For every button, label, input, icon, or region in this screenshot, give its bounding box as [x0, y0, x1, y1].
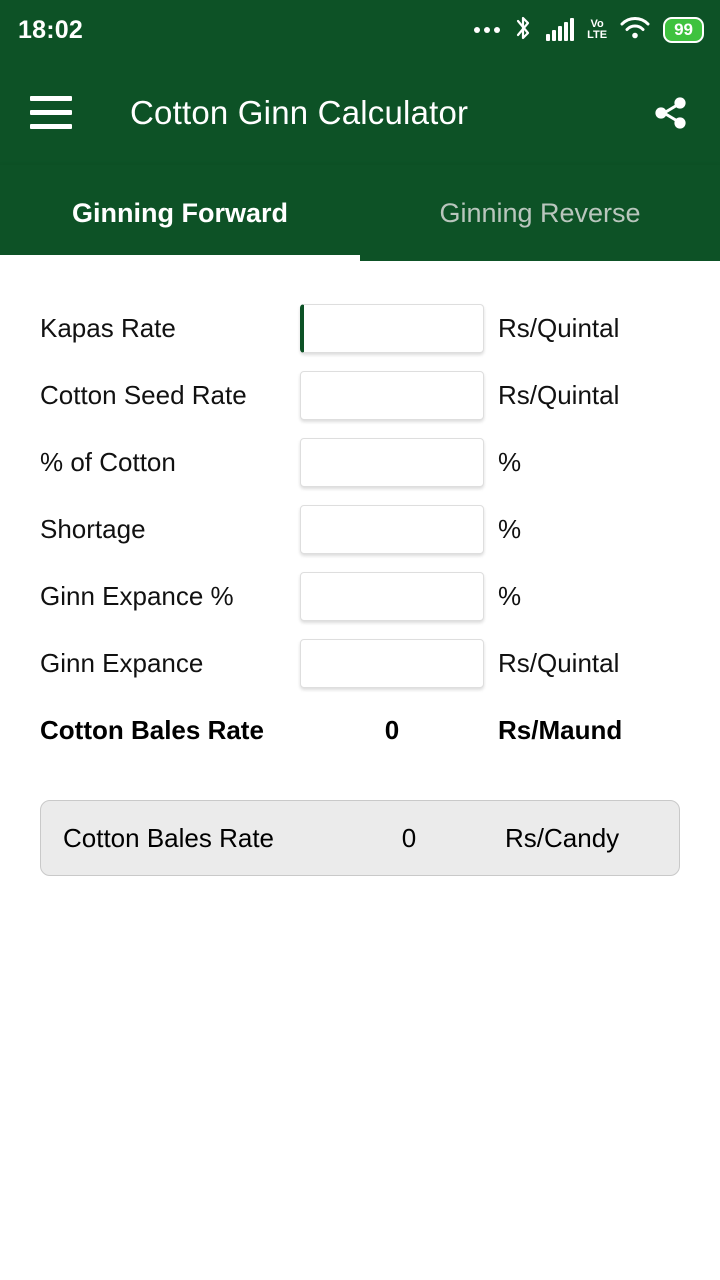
label-ginn-expance: Ginn Expance [40, 648, 204, 678]
signal-bars-icon [546, 18, 575, 41]
form-row-kapas-rate: Kapas Rate Rs/Quintal [0, 295, 720, 362]
input-ginn-expance-percent[interactable] [300, 572, 484, 621]
tab-ginning-reverse[interactable]: Ginning Reverse [360, 165, 720, 261]
field-wrap-kapas-rate [300, 304, 484, 353]
form-row-percent-of-cotton: % of Cotton % [0, 429, 720, 496]
form-row-shortage: Shortage % [0, 496, 720, 563]
result-unit-candy: Rs/Candy [505, 822, 620, 853]
result-value-maund: 0 [384, 715, 400, 745]
form-row-ginn-expance-percent: Ginn Expance % % [0, 563, 720, 630]
result-unit-maund: Rs/Maund [498, 715, 623, 745]
tab-bar: Ginning Forward Ginning Reverse [0, 165, 720, 261]
volte-icon: Vo LTE [587, 18, 608, 41]
tab-ginning-forward[interactable]: Ginning Forward [0, 165, 360, 261]
unit-cotton-seed-rate: Rs/Quintal [498, 380, 620, 410]
input-cotton-seed-rate[interactable] [300, 371, 484, 420]
status-bar-icons: Vo LTE 99 [474, 15, 704, 46]
result-label-candy: Cotton Bales Rate [63, 822, 275, 853]
wifi-icon [620, 16, 650, 45]
form-row-ginn-expance: Ginn Expance Rs/Quintal [0, 630, 720, 697]
battery-icon: 99 [663, 17, 704, 43]
bluetooth-icon [513, 15, 533, 46]
unit-percent-of-cotton: % [498, 447, 522, 477]
more-dots-icon [474, 27, 501, 33]
page-title: Cotton Ginn Calculator [130, 93, 469, 131]
label-shortage: Shortage [40, 514, 146, 544]
input-kapas-rate[interactable] [300, 304, 484, 353]
field-wrap-percent-of-cotton [300, 438, 484, 487]
app-bar: Cotton Ginn Calculator [0, 60, 720, 165]
field-wrap-ginn-expance-percent [300, 572, 484, 621]
result-card-candy: Cotton Bales Rate 0 Rs/Candy [40, 800, 680, 876]
calculator-form: Kapas Rate Rs/Quintal Cotton Seed Rate R… [0, 261, 720, 876]
share-icon[interactable] [648, 90, 694, 136]
input-ginn-expance[interactable] [300, 639, 484, 688]
unit-ginn-expance: Rs/Quintal [498, 648, 620, 678]
label-kapas-rate: Kapas Rate [40, 313, 176, 343]
status-bar-clock: 18:02 [18, 15, 83, 44]
unit-kapas-rate: Rs/Quintal [498, 313, 620, 343]
input-percent-of-cotton[interactable] [300, 438, 484, 487]
input-shortage[interactable] [300, 505, 484, 554]
field-wrap-cotton-seed-rate [300, 371, 484, 420]
hamburger-menu-icon[interactable] [30, 96, 72, 129]
label-ginn-expance-percent: Ginn Expance % [40, 581, 234, 611]
field-wrap-shortage [300, 505, 484, 554]
status-bar: 18:02 Vo LTE 99 [0, 0, 720, 60]
result-row-maund: Cotton Bales Rate 0 Rs/Maund [0, 697, 720, 764]
field-wrap-ginn-expance [300, 639, 484, 688]
result-value-candy: 0 [401, 822, 417, 853]
form-row-cotton-seed-rate: Cotton Seed Rate Rs/Quintal [0, 362, 720, 429]
result-label-maund: Cotton Bales Rate [40, 715, 264, 745]
unit-shortage: % [498, 514, 522, 544]
label-percent-of-cotton: % of Cotton [40, 447, 176, 477]
unit-ginn-expance-percent: % [498, 581, 522, 611]
label-cotton-seed-rate: Cotton Seed Rate [40, 380, 247, 410]
